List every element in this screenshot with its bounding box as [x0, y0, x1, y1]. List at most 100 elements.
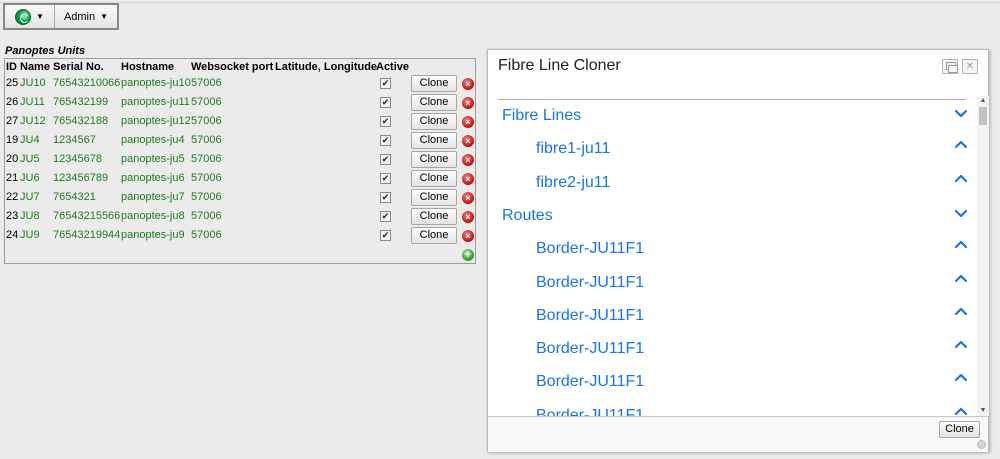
scrollbar[interactable]: ▲ ▼ [977, 96, 989, 416]
admin-menu-button[interactable]: Admin ▼ [55, 5, 117, 28]
cell-name: JU8 [20, 210, 40, 222]
chevron-up-icon[interactable] [954, 237, 968, 251]
chevron-up-icon[interactable] [954, 404, 968, 416]
table-row: 27 JU12 765432188 panoptes-ju12 57006 ✔ Clone × [5, 112, 475, 131]
clone-unit-button[interactable]: Clone [411, 208, 457, 225]
cell-serial: 76543215566 [53, 210, 121, 222]
cell-id: 21 [6, 172, 19, 184]
delete-icon[interactable]: × [462, 211, 474, 223]
table-row: 24 JU9 76543219944 panoptes-ju9 57006 ✔ Clone × [5, 226, 475, 245]
cell-serial: 765432188 [53, 115, 109, 127]
scroll-down-icon[interactable]: ▼ [977, 406, 989, 416]
table-row: 20 JU5 12345678 panoptes-ju5 57006 ✔ Clone × [5, 150, 475, 169]
cell-serial: 7654321 [53, 191, 96, 203]
tree-item[interactable]: fibre2-ju11 [536, 174, 610, 192]
cell-hostname: panoptes-ju7 [121, 191, 185, 203]
header-active: Active [376, 61, 410, 73]
chevron-down-icon[interactable] [954, 207, 968, 221]
chevron-down-icon[interactable] [954, 107, 968, 121]
cell-hostname: panoptes-ju10 [121, 77, 191, 89]
scroll-up-icon[interactable]: ▲ [977, 96, 989, 106]
tree-group[interactable]: Fibre Lines [502, 107, 581, 125]
cell-port: 57006 [191, 172, 222, 184]
clone-unit-button[interactable]: Clone [411, 132, 457, 149]
header-port: Websocket port [191, 61, 274, 73]
cell-name: JU11 [20, 96, 45, 108]
active-checkbox[interactable]: ✔ [380, 78, 391, 89]
top-border [0, 2, 1000, 3]
scroll-thumb[interactable] [979, 107, 987, 125]
tree-item[interactable]: Border-JU11F1 [536, 340, 644, 358]
header-id: ID [6, 61, 17, 73]
cell-id: 25 [6, 77, 19, 89]
restore-icon[interactable] [942, 59, 958, 74]
cell-hostname: panoptes-ju12 [121, 115, 191, 127]
chevron-up-icon[interactable] [954, 337, 968, 351]
chevron-up-icon[interactable] [954, 304, 968, 318]
cell-name: JU6 [20, 172, 40, 184]
cell-id: 23 [6, 210, 19, 222]
clone-unit-button[interactable]: Clone [411, 94, 457, 111]
cell-serial: 76543219944 [53, 229, 121, 241]
tree-item[interactable]: fibre1-ju11 [536, 140, 610, 158]
units-table: ID Name Serial No. Hostname Websocket po… [4, 58, 476, 264]
cell-hostname: panoptes-ju4 [121, 134, 185, 146]
tree-group[interactable]: Routes [502, 207, 553, 225]
cell-name: JU5 [20, 153, 40, 165]
chevron-up-icon[interactable] [954, 370, 968, 384]
delete-icon[interactable]: × [462, 230, 474, 242]
clone-unit-button[interactable]: Clone [411, 151, 457, 168]
cell-name: JU9 [20, 229, 40, 241]
clone-unit-button[interactable]: Clone [411, 170, 457, 187]
active-checkbox[interactable]: ✔ [380, 154, 391, 165]
table-row: 19 JU4 1234567 panoptes-ju4 57006 ✔ Clone × [5, 131, 475, 150]
delete-icon[interactable]: × [462, 78, 474, 90]
delete-icon[interactable]: × [462, 192, 474, 204]
delete-icon[interactable]: × [462, 97, 474, 109]
add-unit-icon[interactable]: + [462, 249, 474, 261]
cell-port: 57006 [191, 229, 222, 241]
active-checkbox[interactable]: ✔ [380, 230, 391, 241]
cell-port: 57006 [191, 96, 222, 108]
fibre-line-cloner-dialog: Fibre Line Cloner ✕ Fibre Lines fibre1-ju… [487, 49, 989, 452]
resize-grip-icon[interactable] [977, 440, 986, 449]
cell-id: 19 [6, 134, 19, 146]
delete-icon[interactable]: × [462, 154, 474, 166]
clone-unit-button[interactable]: Clone [411, 189, 457, 206]
cell-hostname: panoptes-ju11 [121, 96, 190, 108]
delete-icon[interactable]: × [462, 116, 474, 128]
clone-unit-button[interactable]: Clone [411, 113, 457, 130]
clone-button[interactable]: Clone [939, 421, 980, 438]
clone-unit-button[interactable]: Clone [411, 75, 457, 92]
chevron-up-icon[interactable] [954, 171, 968, 185]
tree-item[interactable]: Border-JU11F1 [536, 373, 644, 391]
active-checkbox[interactable]: ✔ [380, 192, 391, 203]
cell-id: 22 [6, 191, 19, 203]
clone-unit-button[interactable]: Clone [411, 227, 457, 244]
chevron-up-icon[interactable] [954, 271, 968, 285]
cell-id: 20 [6, 153, 19, 165]
cell-hostname: panoptes-ju8 [121, 210, 185, 222]
tree-list: Fibre Lines fibre1-ju11 fibre2-ju11 Routes B… [488, 100, 978, 416]
chevron-down-icon: ▼ [100, 12, 109, 21]
tree-item[interactable]: Border-JU11F1 [536, 307, 644, 325]
toolbar: ▼ Admin ▼ [3, 3, 119, 30]
active-checkbox[interactable]: ✔ [380, 173, 391, 184]
tree-item[interactable]: Border-JU11F1 [536, 240, 644, 258]
active-checkbox[interactable]: ✔ [380, 97, 391, 108]
close-icon[interactable]: ✕ [962, 59, 978, 74]
cell-id: 27 [6, 115, 19, 127]
active-checkbox[interactable]: ✔ [380, 116, 391, 127]
active-checkbox[interactable]: ✔ [380, 211, 391, 222]
tree-item[interactable]: Border-JU11F1 [536, 407, 644, 416]
table-row: 23 JU8 76543215566 panoptes-ju8 57006 ✔ Clone × [5, 207, 475, 226]
table-row: 21 JU6 123456789 panoptes-ju6 57006 ✔ Clone × [5, 169, 475, 188]
delete-icon[interactable]: × [462, 173, 474, 185]
tree-item[interactable]: Border-JU11F1 [536, 274, 644, 292]
delete-icon[interactable]: × [462, 135, 474, 147]
active-checkbox[interactable]: ✔ [380, 135, 391, 146]
table-row: 25 JU10 76543210066 panoptes-ju10 57006 ✔ Clon… [5, 74, 475, 93]
cell-port: 57006 [191, 77, 222, 89]
app-menu-button[interactable]: ▼ [5, 5, 55, 28]
chevron-up-icon[interactable] [954, 137, 968, 151]
